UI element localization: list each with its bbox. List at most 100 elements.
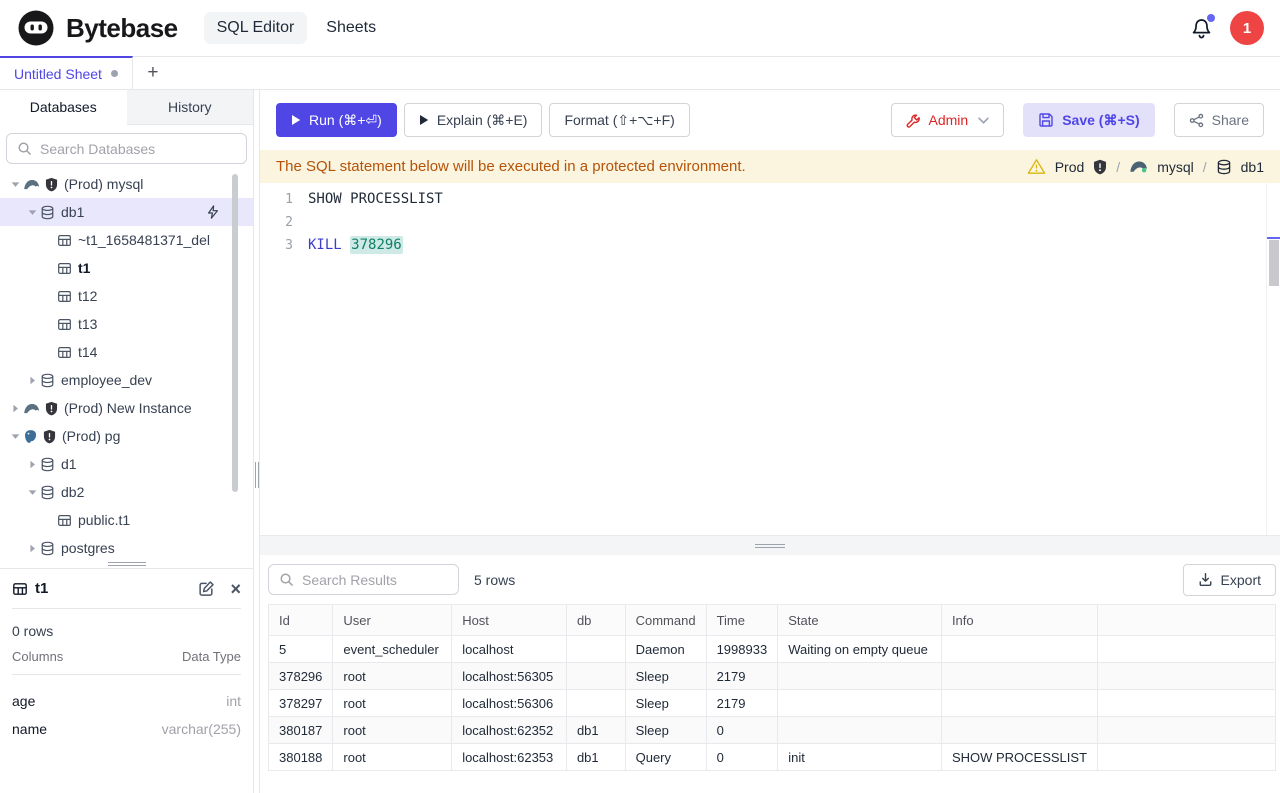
results-cell[interactable]: root bbox=[333, 690, 452, 717]
run-button[interactable]: Run (⌘+⏎) bbox=[276, 103, 397, 137]
tree-item--prod-pg[interactable]: (Prod) pg bbox=[0, 422, 253, 450]
results-cell[interactable] bbox=[941, 717, 1097, 744]
results-cell[interactable]: localhost:62353 bbox=[452, 744, 567, 771]
sidebar-resize-handle[interactable] bbox=[253, 90, 260, 793]
results-cell[interactable]: Sleep bbox=[625, 690, 706, 717]
tree-item-d1[interactable]: d1 bbox=[0, 450, 253, 478]
caret-down-icon[interactable] bbox=[8, 433, 23, 440]
database-search-input[interactable] bbox=[40, 141, 236, 157]
notification-bell-icon[interactable] bbox=[1188, 15, 1214, 41]
edit-table-icon[interactable] bbox=[198, 580, 215, 597]
results-cell[interactable] bbox=[566, 690, 625, 717]
results-cell[interactable]: SHOW PROCESSLIST bbox=[941, 744, 1097, 771]
lightning-icon[interactable] bbox=[207, 205, 219, 219]
editor-scrollbar-thumb[interactable] bbox=[1269, 240, 1279, 286]
results-cell[interactable]: Sleep bbox=[625, 663, 706, 690]
editor-scrollbar[interactable] bbox=[1266, 183, 1280, 535]
caret-down-icon[interactable] bbox=[8, 181, 23, 188]
caret-right-icon[interactable] bbox=[25, 460, 40, 469]
admin-mode-button[interactable]: Admin bbox=[891, 103, 1005, 137]
results-cell[interactable]: root bbox=[333, 744, 452, 771]
format-button[interactable]: Format (⇧+⌥+F) bbox=[549, 103, 689, 137]
caret-right-icon[interactable] bbox=[8, 404, 23, 413]
caret-down-icon[interactable] bbox=[25, 209, 40, 216]
results-cell[interactable]: 1998933 bbox=[706, 636, 778, 663]
results-cell[interactable] bbox=[1098, 690, 1276, 717]
results-cell[interactable] bbox=[941, 690, 1097, 717]
results-cell[interactable]: 2179 bbox=[706, 663, 778, 690]
results-cell[interactable] bbox=[1098, 663, 1276, 690]
avatar[interactable]: 1 bbox=[1230, 11, 1264, 45]
tree-item--prod-mysql[interactable]: (Prod) mysql bbox=[0, 170, 253, 198]
schema-column-row[interactable]: namevarchar(255) bbox=[12, 715, 241, 743]
results-cell[interactable]: root bbox=[333, 663, 452, 690]
results-cell[interactable]: localhost bbox=[452, 636, 567, 663]
tree-item--t1-1658481371-del[interactable]: ~t1_1658481371_del bbox=[0, 226, 253, 254]
results-cell[interactable] bbox=[1098, 636, 1276, 663]
results-cell[interactable] bbox=[566, 663, 625, 690]
caret-right-icon[interactable] bbox=[25, 544, 40, 553]
results-cell[interactable] bbox=[778, 690, 942, 717]
tree-item-db1[interactable]: db1 bbox=[0, 198, 253, 226]
tree-scrollbar[interactable] bbox=[232, 174, 238, 492]
export-button[interactable]: Export bbox=[1183, 564, 1276, 596]
results-cell[interactable] bbox=[941, 663, 1097, 690]
results-cell[interactable]: 380187 bbox=[269, 717, 333, 744]
results-cell[interactable] bbox=[941, 636, 1097, 663]
breadcrumb-instance[interactable]: mysql bbox=[1157, 159, 1194, 175]
results-cell[interactable]: 5 bbox=[269, 636, 333, 663]
results-cell[interactable]: 378297 bbox=[269, 690, 333, 717]
caret-down-icon[interactable] bbox=[25, 489, 40, 496]
results-cell[interactable]: 0 bbox=[706, 744, 778, 771]
results-resize-handle[interactable] bbox=[260, 535, 1280, 555]
results-cell[interactable]: 380188 bbox=[269, 744, 333, 771]
tab-databases[interactable]: Databases bbox=[0, 90, 127, 125]
results-cell[interactable] bbox=[1098, 744, 1276, 771]
results-cell[interactable] bbox=[778, 717, 942, 744]
tree-item-t14[interactable]: t14 bbox=[0, 338, 253, 366]
bytebase-logo[interactable]: Bytebase bbox=[16, 8, 178, 48]
results-cell[interactable]: event_scheduler bbox=[333, 636, 452, 663]
tree-item-t13[interactable]: t13 bbox=[0, 310, 253, 338]
results-cell[interactable]: Query bbox=[625, 744, 706, 771]
results-cell[interactable]: db1 bbox=[566, 744, 625, 771]
results-search-input[interactable] bbox=[302, 572, 448, 588]
explain-button[interactable]: Explain (⌘+E) bbox=[404, 103, 543, 137]
tree-item-postgres[interactable]: postgres bbox=[0, 534, 253, 560]
tree-item-employee-dev[interactable]: employee_dev bbox=[0, 366, 253, 394]
results-cell[interactable]: db1 bbox=[566, 717, 625, 744]
results-cell[interactable]: init bbox=[778, 744, 942, 771]
tree-item-db2[interactable]: db2 bbox=[0, 478, 253, 506]
results-cell[interactable]: localhost:62352 bbox=[452, 717, 567, 744]
tree-item-t1[interactable]: t1 bbox=[0, 254, 253, 282]
close-panel-icon[interactable]: × bbox=[230, 580, 241, 598]
caret-right-icon[interactable] bbox=[25, 376, 40, 385]
results-cell[interactable] bbox=[1098, 717, 1276, 744]
results-cell[interactable]: Waiting on empty queue bbox=[778, 636, 942, 663]
schema-column-row[interactable]: ageint bbox=[12, 687, 241, 715]
breadcrumb-environment[interactable]: Prod bbox=[1055, 159, 1085, 175]
tree-item--prod-new-instance[interactable]: (Prod) New Instance bbox=[0, 394, 253, 422]
tab-history[interactable]: History bbox=[127, 90, 254, 125]
add-sheet-button[interactable]: + bbox=[133, 57, 173, 89]
results-cell[interactable] bbox=[778, 663, 942, 690]
tree-item-public-t1[interactable]: public.t1 bbox=[0, 506, 253, 534]
tree-item-t12[interactable]: t12 bbox=[0, 282, 253, 310]
results-cell[interactable]: Sleep bbox=[625, 717, 706, 744]
results-cell[interactable]: 2179 bbox=[706, 690, 778, 717]
results-cell[interactable]: localhost:56305 bbox=[452, 663, 567, 690]
tab-untitled-sheet[interactable]: Untitled Sheet bbox=[0, 56, 133, 89]
results-cell[interactable]: root bbox=[333, 717, 452, 744]
share-button[interactable]: Share bbox=[1174, 103, 1264, 137]
results-cell[interactable] bbox=[566, 636, 625, 663]
breadcrumb-database[interactable]: db1 bbox=[1241, 159, 1264, 175]
results-cell[interactable]: Daemon bbox=[625, 636, 706, 663]
nav-sql-editor[interactable]: SQL Editor bbox=[204, 12, 308, 44]
sql-editor[interactable]: 1SHOW PROCESSLIST23KILL 378296 bbox=[260, 183, 1280, 535]
nav-sheets[interactable]: Sheets bbox=[313, 12, 389, 44]
sidebar-panel-resize-handle[interactable] bbox=[0, 560, 253, 569]
results-cell[interactable]: localhost:56306 bbox=[452, 690, 567, 717]
results-cell[interactable]: 378296 bbox=[269, 663, 333, 690]
save-button[interactable]: Save (⌘+S) bbox=[1023, 103, 1154, 137]
results-cell[interactable]: 0 bbox=[706, 717, 778, 744]
